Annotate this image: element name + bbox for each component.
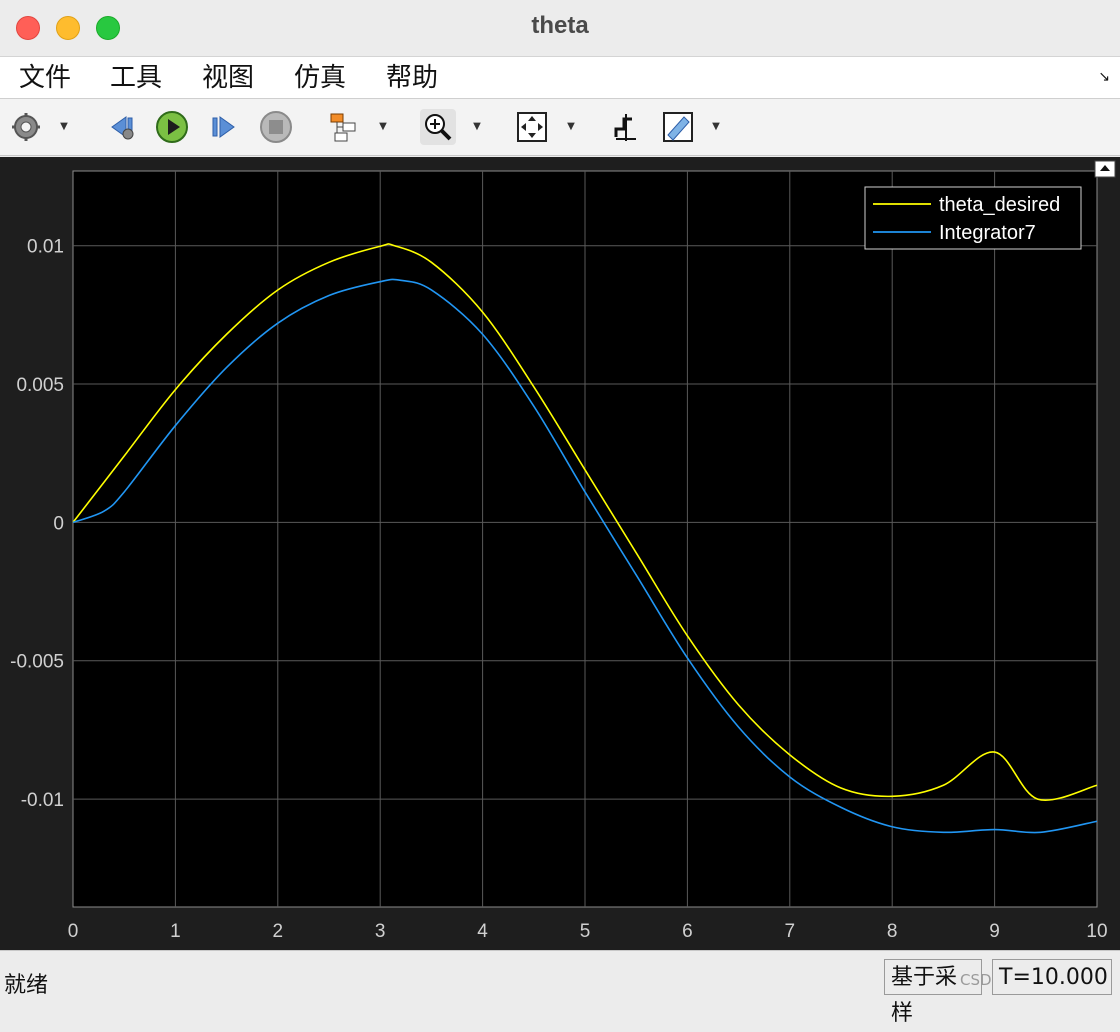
menu-help[interactable]: 帮助 [380, 61, 444, 95]
menu-view[interactable]: 视图 [196, 61, 260, 95]
time-indicator: T=10.000 [992, 959, 1112, 995]
menu-tools[interactable]: 工具 [104, 61, 168, 95]
x-tick-label: 3 [375, 921, 386, 942]
legend[interactable]: theta_desired Integrator7 [864, 186, 1082, 250]
zoom-icon[interactable] [420, 109, 456, 145]
x-tick-label: 0 [68, 921, 79, 942]
undock-arrow-icon[interactable]: ↘ [1098, 69, 1110, 85]
y-tick-label: -0.01 [21, 790, 64, 811]
ruler-dropdown-icon[interactable]: ▼ [710, 121, 722, 133]
x-tick-label: 9 [989, 921, 1000, 942]
x-tick-label: 5 [580, 921, 591, 942]
x-tick-label: 10 [1086, 921, 1107, 942]
stop-icon[interactable] [258, 109, 294, 145]
x-tick-label: 2 [273, 921, 284, 942]
y-tick-label: 0.005 [16, 375, 64, 396]
x-tick-label: 4 [477, 921, 488, 942]
run-icon[interactable] [154, 109, 190, 145]
cursor-measure-icon[interactable] [608, 109, 644, 145]
y-tick-label: 0 [53, 513, 64, 534]
undock-axes-icon[interactable] [1094, 160, 1116, 178]
legend-label: Integrator7 [939, 222, 1036, 244]
window-title: theta [531, 12, 589, 39]
x-tick-label: 7 [785, 921, 796, 942]
status-ready: 就绪 [4, 973, 49, 998]
y-tick-label: 0.01 [27, 237, 64, 258]
menu-bar: 文件 工具 视图 仿真 帮助 ↘ [0, 57, 1120, 99]
y-tick-label: -0.005 [10, 652, 64, 673]
x-tick-label: 6 [682, 921, 693, 942]
zoom-dropdown-icon[interactable]: ▼ [471, 121, 483, 133]
ruler-icon[interactable] [660, 109, 696, 145]
fit-dropdown-icon[interactable]: ▼ [565, 121, 577, 133]
gear-dropdown-icon[interactable]: ▼ [58, 121, 70, 133]
toolbar: ▼ ▼ ▼ ▼ ▼ [0, 99, 1120, 156]
x-tick-label: 8 [887, 921, 898, 942]
fit-to-view-icon[interactable] [514, 109, 550, 145]
gear-icon[interactable] [8, 109, 44, 145]
menu-simulation[interactable]: 仿真 [288, 61, 352, 95]
signal-dropdown-icon[interactable]: ▼ [377, 121, 389, 133]
signal-selector-icon[interactable] [325, 109, 361, 145]
legend-label: theta_desired [939, 194, 1060, 216]
title-bar: theta [0, 0, 1120, 57]
menu-file[interactable]: 文件 [13, 61, 77, 95]
scope-plot-area: 0 1 2 3 4 5 6 7 8 9 10 -0.01 -0.005 0 0.005 0.01 theta… [0, 157, 1120, 950]
step-back-icon[interactable] [104, 109, 140, 145]
x-tick-label: 1 [170, 921, 181, 942]
step-forward-icon[interactable] [206, 109, 242, 145]
scope-chart[interactable]: 0 1 2 3 4 5 6 7 8 9 10 -0.01 -0.005 0 0.005 0.01 theta… [0, 157, 1120, 950]
status-bar: 就绪 基于采样 CSDN @高能灯泡 T=10.000 [0, 950, 1120, 1026]
